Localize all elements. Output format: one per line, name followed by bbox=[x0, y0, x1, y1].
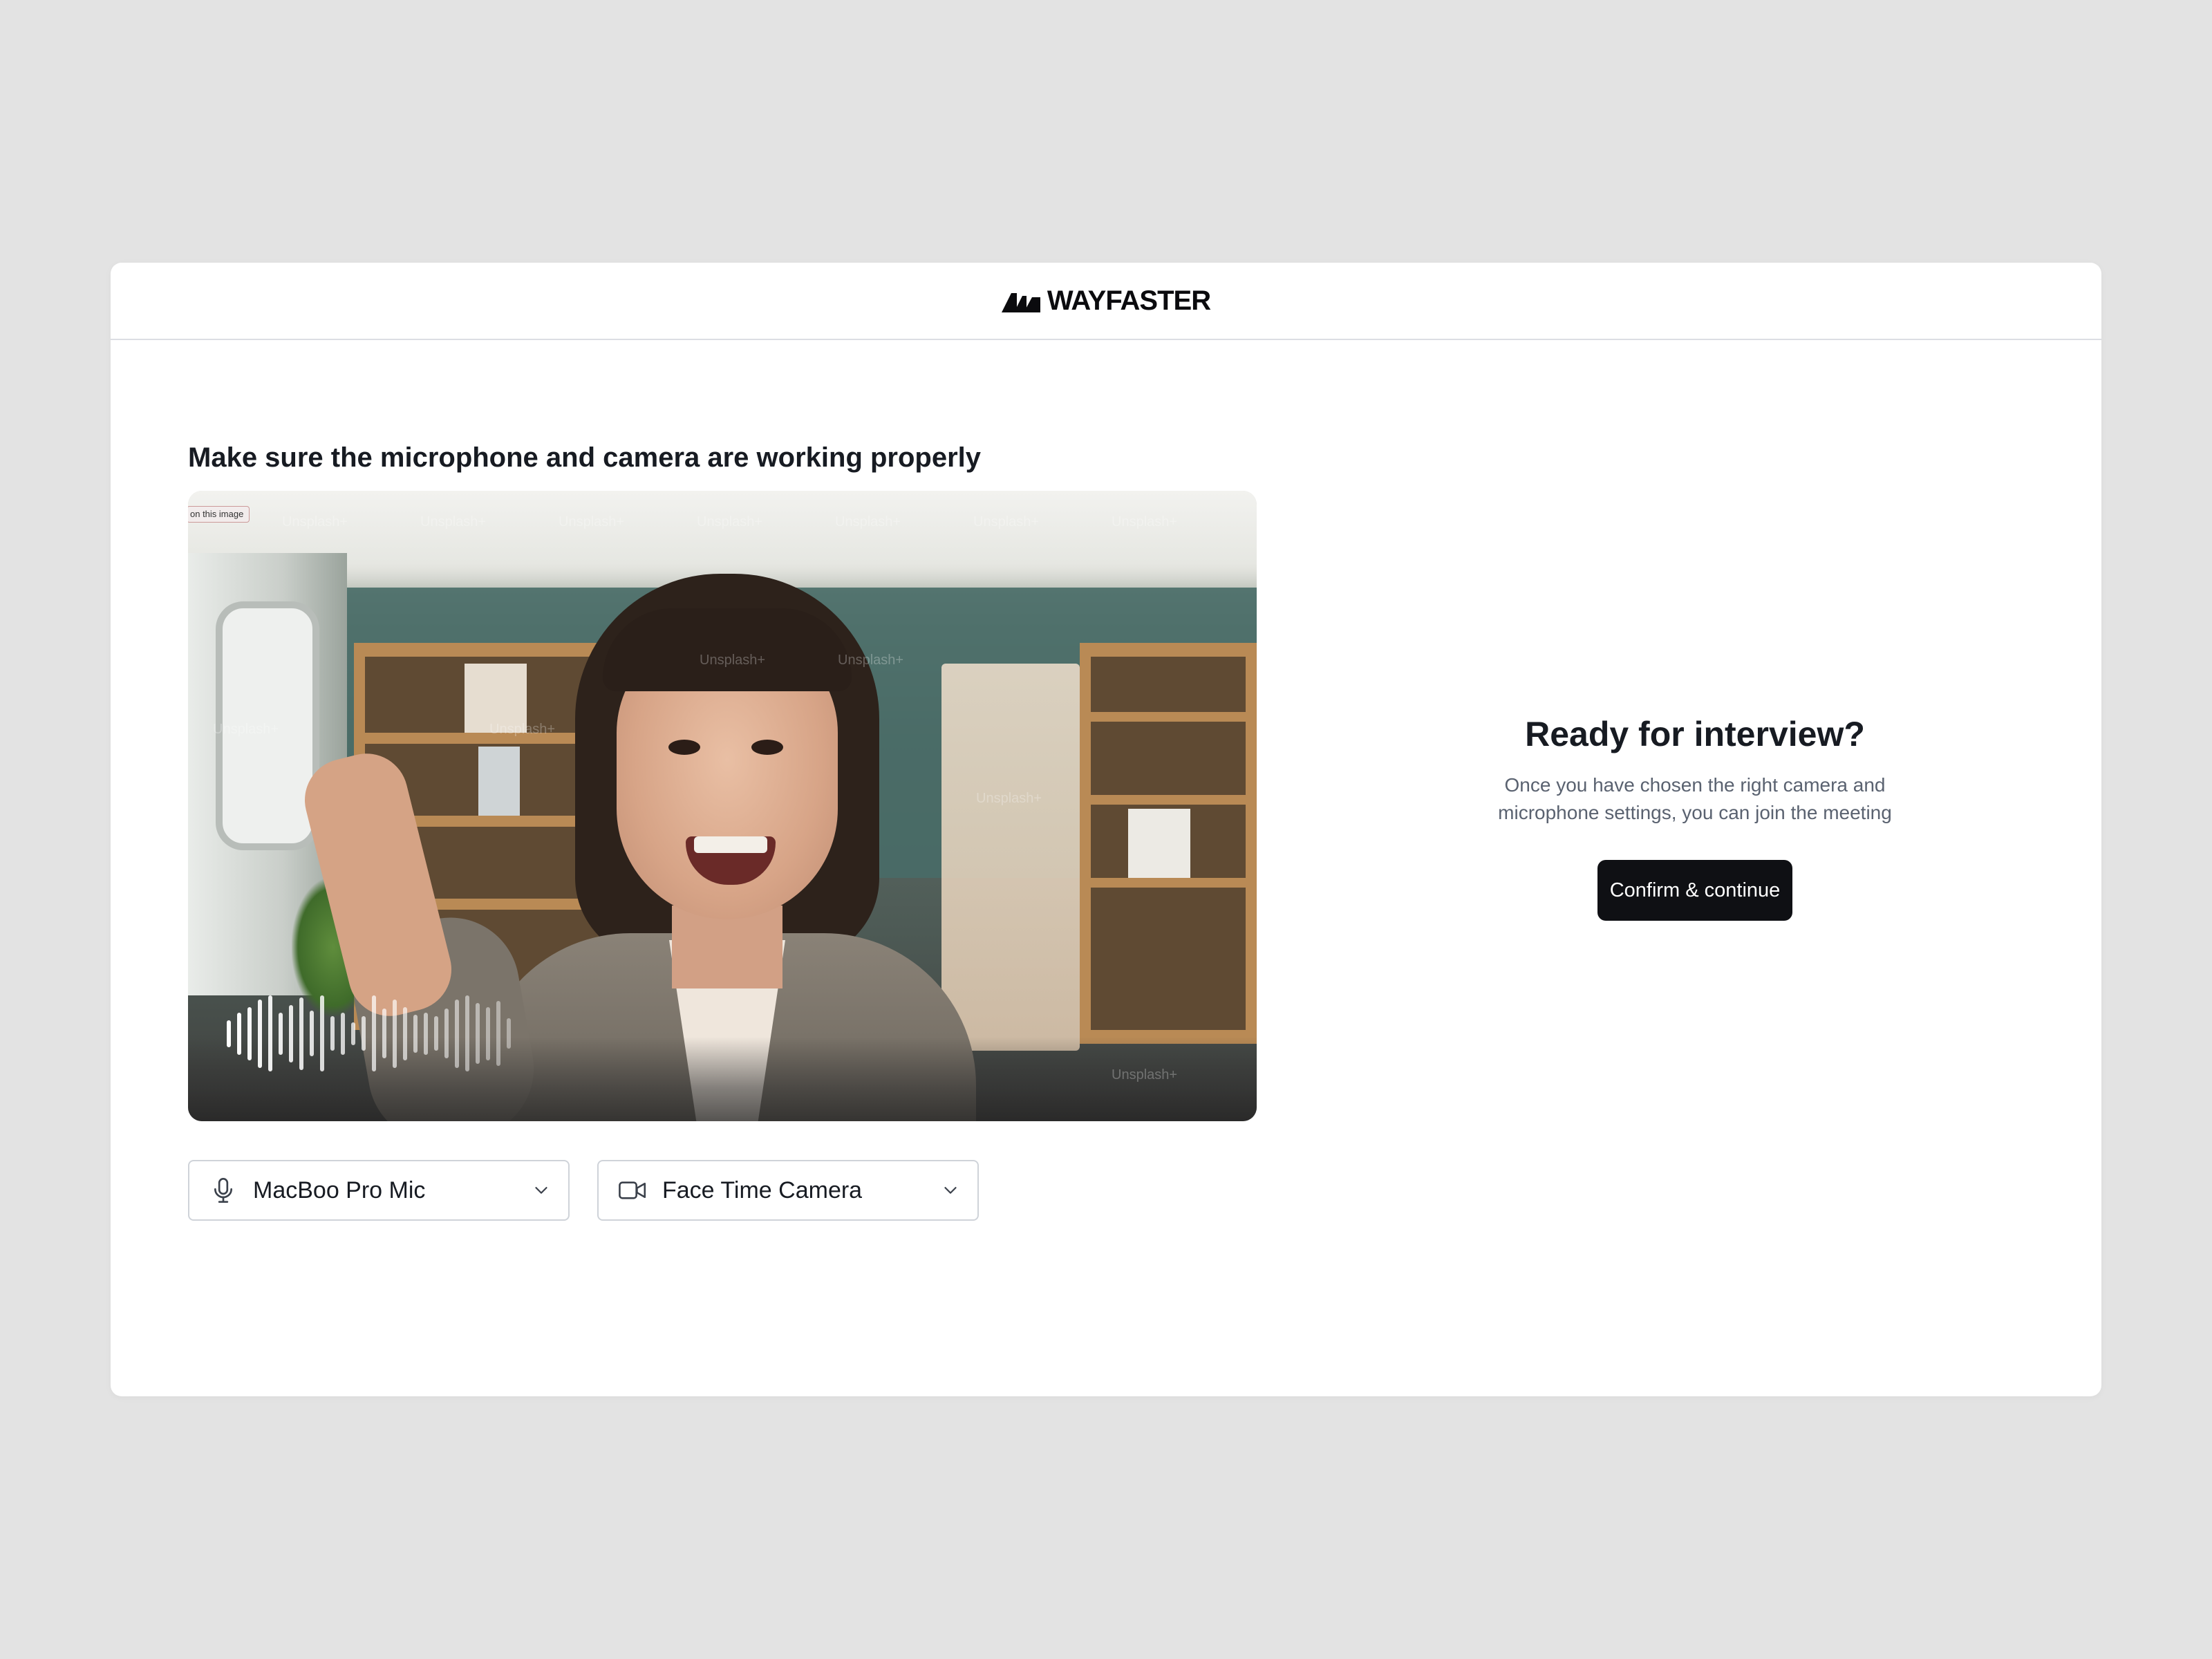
camera-select[interactable]: Face Time Camera bbox=[597, 1160, 979, 1221]
audio-level-bar bbox=[320, 995, 324, 1071]
watermark: Unsplash+ bbox=[976, 791, 1042, 806]
audio-level-bar bbox=[279, 1012, 283, 1055]
audio-level-bar bbox=[289, 1004, 293, 1062]
watermark: Unsplash+ bbox=[1112, 514, 1178, 529]
audio-level-bar bbox=[351, 1022, 355, 1045]
wayfaster-logo-icon bbox=[1001, 293, 1040, 312]
watermark: Unsplash+ bbox=[213, 722, 279, 737]
top-bar: WAYFASTER bbox=[111, 263, 2101, 340]
audio-level-bar bbox=[382, 1009, 386, 1058]
audio-level-bar bbox=[465, 995, 469, 1071]
watermark: Unsplash+ bbox=[973, 514, 1040, 529]
watermark: Unsplash+ bbox=[838, 653, 904, 668]
audio-level-bar bbox=[330, 1016, 335, 1051]
microphone-select-value: MacBoo Pro Mic bbox=[253, 1177, 426, 1203]
audio-level-bar bbox=[486, 1006, 490, 1060]
device-selectors: MacBoo Pro Mic Face Time Camera bbox=[188, 1160, 1257, 1221]
microphone-select[interactable]: MacBoo Pro Mic bbox=[188, 1160, 570, 1221]
confirm-continue-button[interactable]: Confirm & continue bbox=[1597, 860, 1793, 921]
ready-description-line: Once you have chosen the right camera an… bbox=[1504, 774, 1886, 796]
device-check-heading: Make sure the microphone and camera are … bbox=[188, 442, 982, 473]
camera-select-value: Face Time Camera bbox=[662, 1177, 863, 1203]
watermark: Unsplash+ bbox=[1112, 1067, 1178, 1082]
watermark: Unsplash+ bbox=[489, 722, 556, 737]
watermark: Unsplash+ bbox=[420, 514, 487, 529]
image-info-tag: on this image bbox=[188, 506, 250, 523]
ready-description-line: microphone settings, you can join the me… bbox=[1498, 802, 1892, 823]
chevron-down-icon bbox=[535, 1187, 547, 1194]
chevron-down-icon bbox=[944, 1187, 957, 1194]
audio-level-bar bbox=[403, 1006, 407, 1060]
watermark: Unsplash+ bbox=[835, 514, 901, 529]
audio-level-bar bbox=[507, 1018, 511, 1049]
audio-level-bar bbox=[341, 1012, 345, 1055]
audio-level-waveform bbox=[227, 995, 511, 1071]
audio-level-bar bbox=[237, 1012, 241, 1055]
audio-level-bar bbox=[496, 1001, 500, 1066]
ready-title: Ready for interview? bbox=[1525, 715, 1865, 753]
microphone-icon bbox=[209, 1176, 238, 1205]
watermark: Unsplash+ bbox=[559, 514, 625, 529]
audio-level-bar bbox=[455, 999, 459, 1068]
brand-name: WAYFASTER bbox=[1047, 285, 1211, 316]
audio-level-bar bbox=[434, 1016, 438, 1051]
audio-level-bar bbox=[476, 1003, 480, 1064]
video-camera-icon bbox=[618, 1176, 647, 1205]
audio-level-bar bbox=[413, 1014, 418, 1053]
audio-level-bar bbox=[393, 999, 397, 1068]
audio-level-bar bbox=[247, 1006, 252, 1060]
watermark: Unsplash+ bbox=[282, 514, 348, 529]
watermark: Unsplash+ bbox=[697, 514, 763, 529]
interview-setup-card: WAYFASTER Make sure the microphone and c… bbox=[111, 263, 2101, 1396]
brand-logo: WAYFASTER bbox=[1001, 285, 1211, 317]
camera-preview: Unsplash+ Unsplash+ Unsplash+ Unsplash+ … bbox=[188, 491, 1257, 1121]
audio-level-bar bbox=[258, 999, 262, 1068]
audio-level-bar bbox=[299, 997, 303, 1070]
device-check-panel: Make sure the microphone and camera are … bbox=[188, 437, 1257, 1221]
audio-level-bar bbox=[424, 1012, 428, 1055]
watermark: Unsplash+ bbox=[700, 653, 766, 668]
audio-level-bar bbox=[227, 1020, 231, 1047]
audio-level-bar bbox=[444, 1009, 449, 1058]
audio-level-bar bbox=[372, 995, 376, 1071]
audio-level-bar bbox=[268, 995, 272, 1071]
audio-level-bar bbox=[362, 1016, 366, 1051]
ready-panel: Ready for interview? Once you have chose… bbox=[1384, 712, 2006, 921]
audio-level-bar bbox=[310, 1011, 314, 1056]
ready-description: Once you have chosen the right camera an… bbox=[1384, 771, 2006, 827]
